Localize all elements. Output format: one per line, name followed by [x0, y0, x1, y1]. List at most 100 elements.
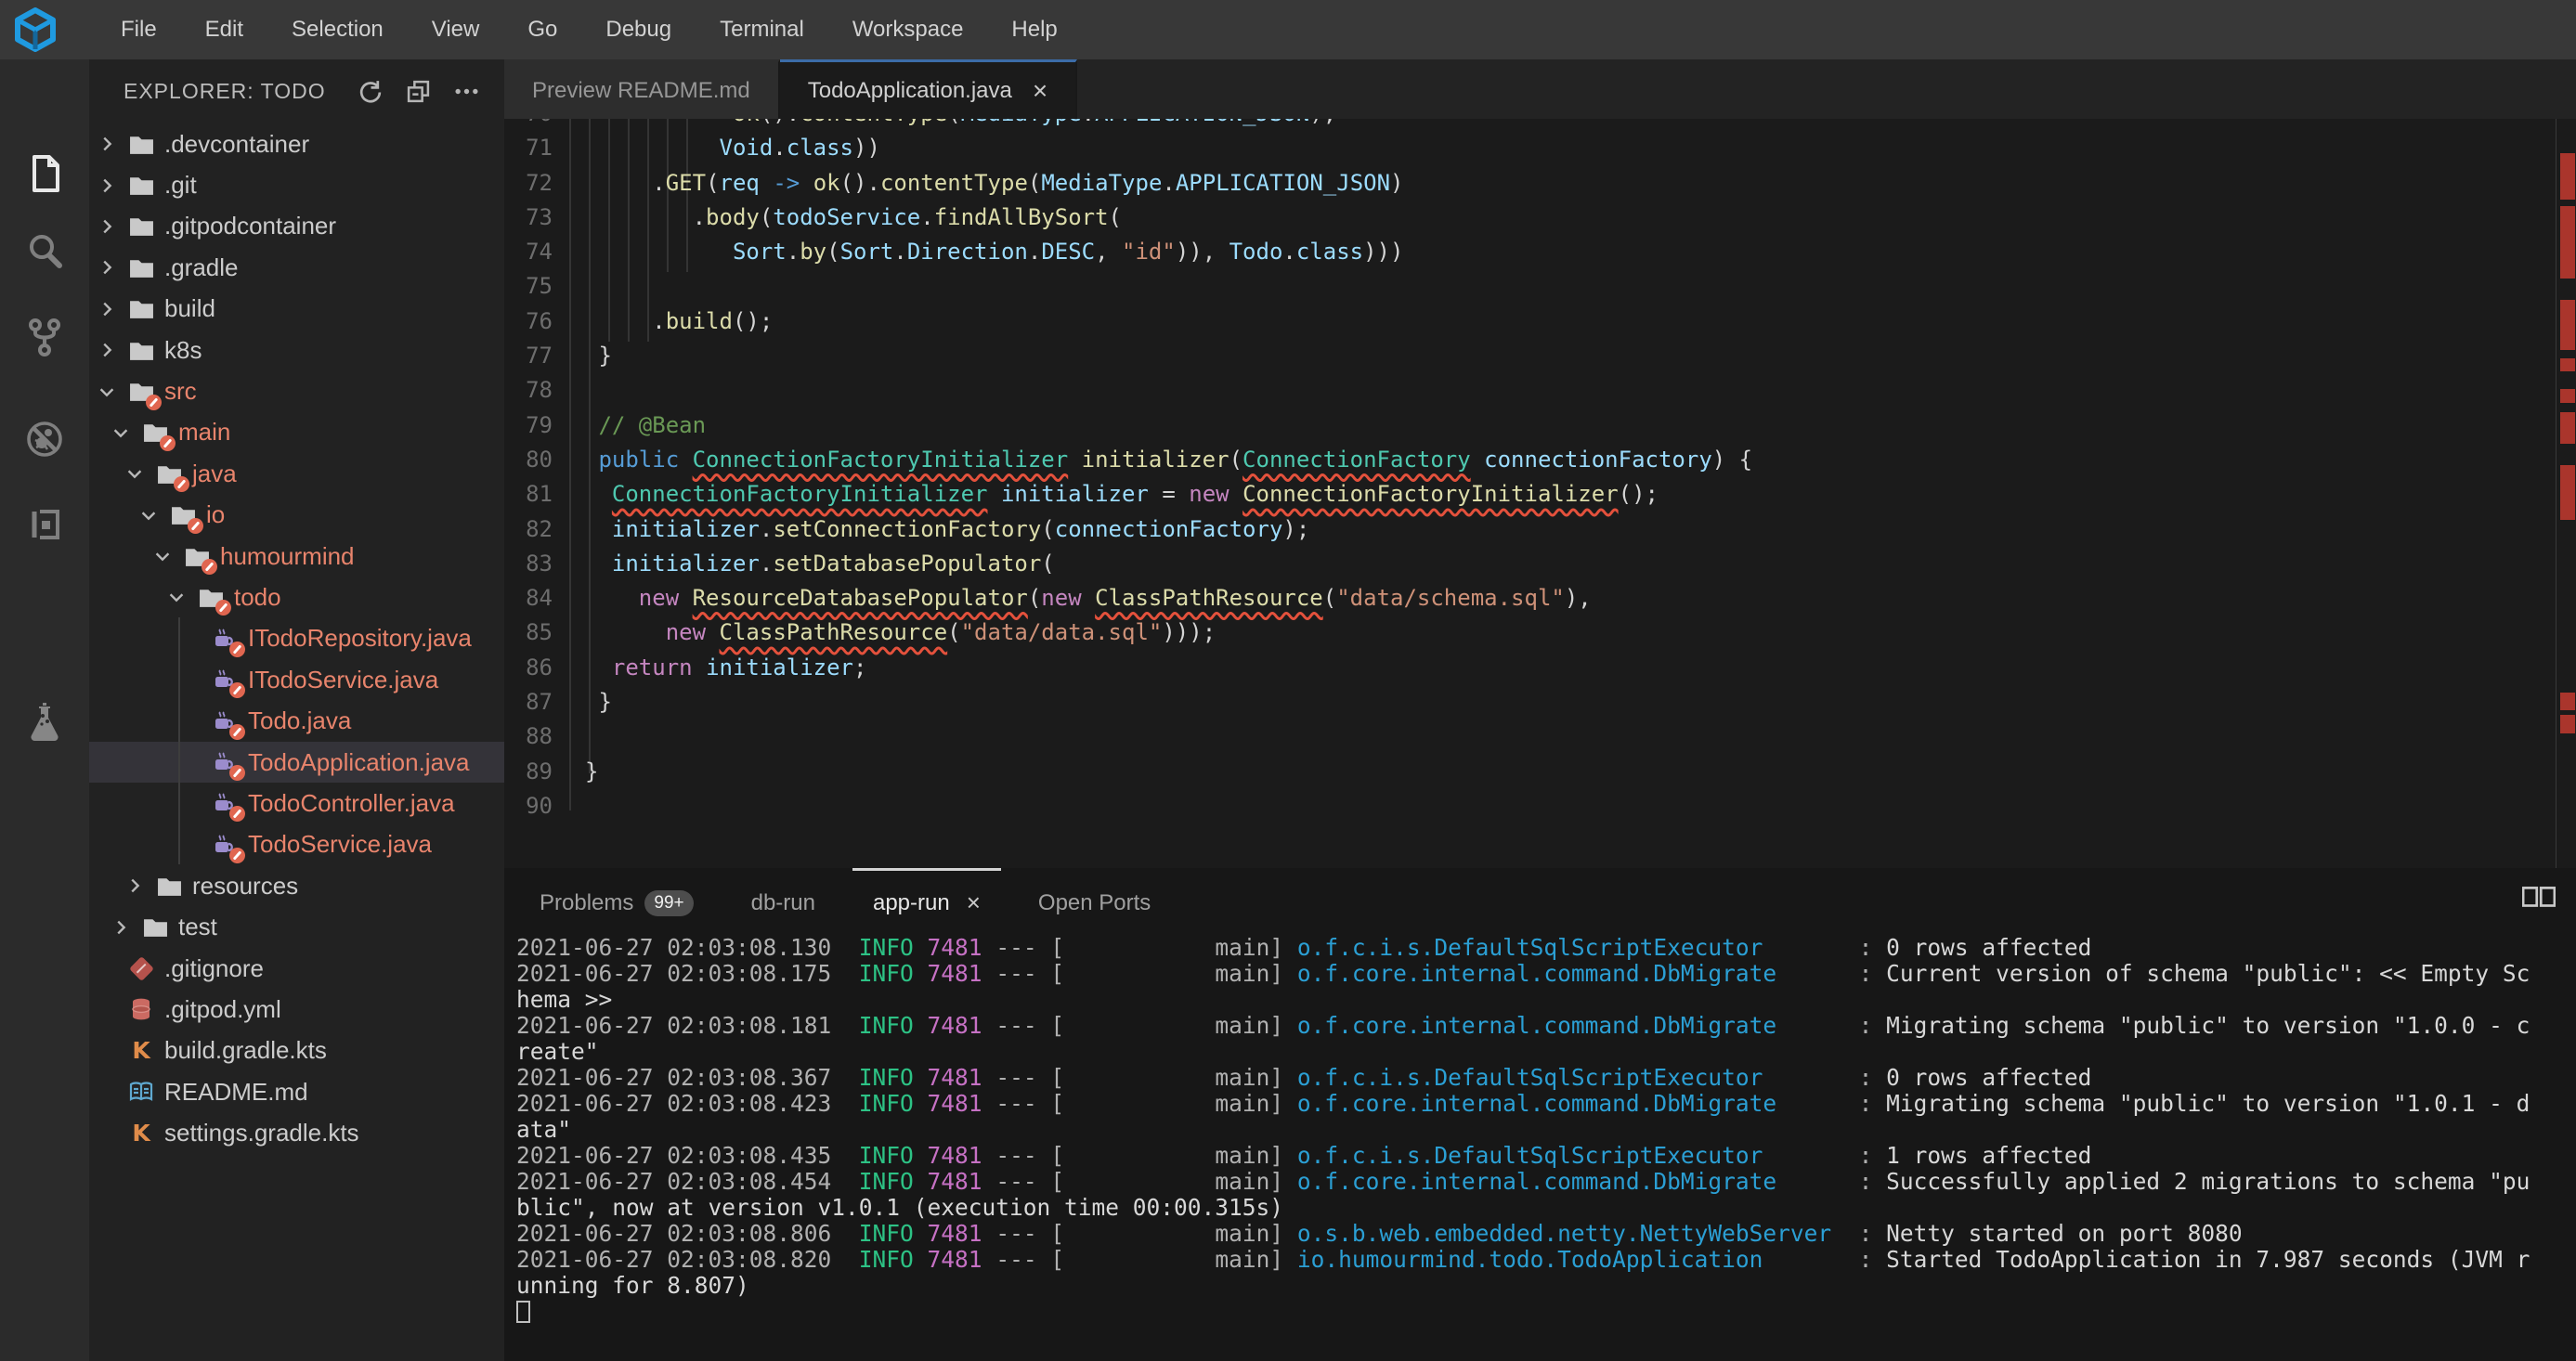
- split-panel-icon[interactable]: [2522, 887, 2556, 913]
- code-line-70: 70 ok().contentType(MediaType.APPLICATIO…: [504, 119, 2576, 131]
- line-number: 80: [504, 443, 553, 477]
- panel-tab-Open Ports[interactable]: Open Ports: [1018, 868, 1171, 935]
- close-panel-tab-icon[interactable]: ×: [967, 888, 981, 917]
- tree-item-README.md[interactable]: README.md: [89, 1071, 504, 1112]
- tree-item-main[interactable]: main: [89, 412, 504, 453]
- plugins-icon[interactable]: [23, 503, 66, 546]
- chevron-spacer: [97, 956, 128, 980]
- tree-item-todo[interactable]: todo: [89, 577, 504, 617]
- overview-ruler-scrollbar[interactable]: [2556, 119, 2576, 868]
- terminal-segment: 7481: [928, 1012, 982, 1039]
- tree-item-TodoApplication.java[interactable]: TodoApplication.java: [89, 742, 504, 783]
- code-token: ClassPathResource: [720, 619, 948, 645]
- menu-item-help[interactable]: Help: [987, 0, 1081, 59]
- chevron-icon: [97, 132, 128, 156]
- menu-item-terminal[interactable]: Terminal: [696, 0, 828, 59]
- tree-item-resources[interactable]: resources: [89, 865, 504, 906]
- code-token: "id": [1122, 239, 1176, 265]
- tab-label: TodoApplication.java: [808, 78, 1012, 104]
- tree-item-src[interactable]: src: [89, 370, 504, 411]
- refresh-icon[interactable]: [356, 78, 384, 106]
- tree-item-build.gradle.kts[interactable]: Kbuild.gradle.kts: [89, 1030, 504, 1071]
- code-editor[interactable]: 70 ok().contentType(MediaType.APPLICATIO…: [504, 119, 2576, 868]
- code-token: .: [920, 204, 933, 230]
- code-line-75: 75: [504, 269, 2576, 304]
- tree-item-label: build: [164, 294, 215, 323]
- code-line-76: 76 .build();: [504, 305, 2576, 339]
- tree-item-.gitignore[interactable]: .gitignore: [89, 948, 504, 989]
- chevron-icon: [124, 461, 156, 486]
- folder-icon: [170, 502, 196, 528]
- tree-item-Todo.java[interactable]: Todo.java: [89, 700, 504, 741]
- menu-item-debug[interactable]: Debug: [581, 0, 696, 59]
- panel-tab-Problems[interactable]: Problems99+: [519, 868, 714, 935]
- tree-item-ITodoRepository.java[interactable]: ITodoRepository.java: [89, 618, 504, 659]
- menu-item-selection[interactable]: Selection: [267, 0, 408, 59]
- debug-disabled-icon[interactable]: [23, 418, 66, 460]
- java-file-icon: [212, 667, 238, 693]
- code-token: Sort: [733, 239, 787, 265]
- terminal-segment: 2021-06-27 02:03:08.454: [516, 1168, 859, 1195]
- yaml-file-icon: [128, 996, 154, 1022]
- tree-item-label: io: [206, 500, 225, 529]
- menu-item-go[interactable]: Go: [503, 0, 581, 59]
- tree-item-ITodoService.java[interactable]: ITodoService.java: [89, 659, 504, 700]
- tree-item-test[interactable]: test: [89, 906, 504, 947]
- terminal-segment: 7481: [928, 1168, 982, 1195]
- editor-tab-TodoApplication.java[interactable]: TodoApplication.java ×: [780, 59, 1078, 119]
- menu-item-edit[interactable]: Edit: [181, 0, 267, 59]
- tree-item-.git[interactable]: .git: [89, 164, 504, 205]
- gitpod-cube-logo[interactable]: [13, 7, 58, 52]
- menu-item-view[interactable]: View: [408, 0, 504, 59]
- terminal-segment: 7481: [928, 935, 982, 961]
- tree-item-.gitpod.yml[interactable]: .gitpod.yml: [89, 989, 504, 1030]
- code-token: [585, 481, 612, 507]
- tree-item-k8s[interactable]: k8s: [89, 330, 504, 370]
- terminal-segment: --- [ main]: [982, 1142, 1297, 1169]
- terminal-cursor: [516, 1301, 530, 1323]
- code-token: by: [800, 239, 826, 265]
- tree-item-build[interactable]: build: [89, 289, 504, 330]
- terminal-line: 2021-06-27 02:03:08.423 INFO 7481 --- [ …: [504, 1091, 2576, 1117]
- code-token: initializer: [1082, 447, 1229, 473]
- tree-item-settings.gradle.kts[interactable]: Ksettings.gradle.kts: [89, 1112, 504, 1153]
- editor-tab-Preview README.md[interactable]: Preview README.md: [504, 59, 780, 119]
- folder-icon: [156, 460, 182, 486]
- panel-tab-app-run[interactable]: app-run×: [852, 868, 1001, 935]
- collapse-all-icon[interactable]: [404, 78, 432, 106]
- terminal-segment: INFO: [859, 1246, 914, 1273]
- close-tab-icon[interactable]: ×: [1033, 78, 1047, 104]
- code-token: class: [787, 135, 853, 161]
- error-badge-icon: [229, 724, 245, 740]
- code-token: .: [1082, 119, 1095, 126]
- search-icon[interactable]: [23, 229, 66, 272]
- tree-item-.gradle[interactable]: .gradle: [89, 247, 504, 288]
- code-token: Direction: [907, 239, 1028, 265]
- terminal-output[interactable]: 2021-06-27 02:03:08.130 INFO 7481 --- [ …: [504, 935, 2576, 1361]
- source-control-icon[interactable]: [23, 316, 66, 358]
- terminal-segment: 0 rows affected: [1886, 1064, 2091, 1091]
- tree-item-.devcontainer[interactable]: .devcontainer: [89, 123, 504, 164]
- chevron-icon: [124, 874, 156, 898]
- terminal-segment: o.f.core.internal.command.DbMigrate: [1297, 1090, 1776, 1117]
- panel-tab-db-run[interactable]: db-run: [731, 868, 836, 935]
- test-flask-icon[interactable]: [23, 701, 66, 744]
- tab-label: Preview README.md: [532, 78, 750, 104]
- tree-item-humourmind[interactable]: humourmind: [89, 536, 504, 577]
- tree-item-.gitpodcontainer[interactable]: .gitpodcontainer: [89, 206, 504, 247]
- line-number: 84: [504, 581, 553, 616]
- code-token: // @Bean: [585, 412, 706, 438]
- explorer-icon[interactable]: [23, 152, 66, 195]
- tree-item-TodoController.java[interactable]: TodoController.java: [89, 783, 504, 823]
- tree-item-io[interactable]: io: [89, 495, 504, 536]
- git-diamond: [129, 956, 154, 981]
- menu-item-workspace[interactable]: Workspace: [828, 0, 988, 59]
- chevron-icon: [166, 585, 198, 609]
- tree-item-TodoService.java[interactable]: TodoService.java: [89, 824, 504, 865]
- line-number: 79: [504, 408, 553, 443]
- code-lines: 70 ok().contentType(MediaType.APPLICATIO…: [504, 119, 2576, 823]
- menu-item-file[interactable]: File: [97, 0, 181, 59]
- more-actions-icon[interactable]: [452, 78, 480, 106]
- tree-item-java[interactable]: java: [89, 453, 504, 494]
- code-token: [987, 481, 1000, 507]
